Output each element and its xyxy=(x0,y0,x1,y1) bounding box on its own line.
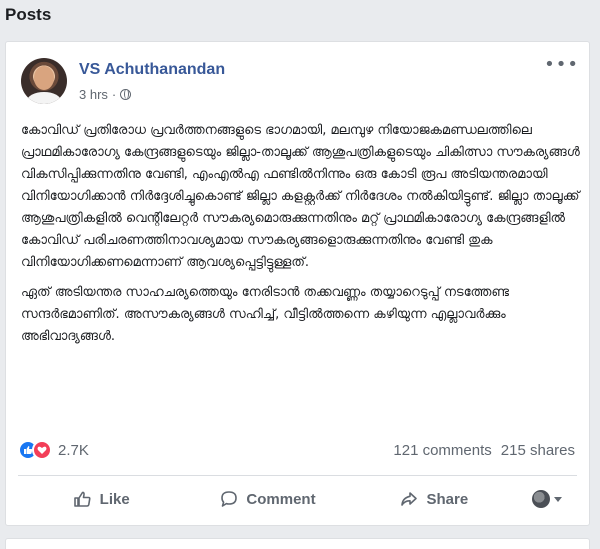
comment-label: Comment xyxy=(246,490,316,508)
engagement-counts: 121 comments 215 shares xyxy=(393,442,575,459)
posts-page: Posts VS Achuthanandan 3 hrs · ••• കോവിഡ… xyxy=(0,0,600,549)
reactions-summary[interactable]: 2.7K xyxy=(18,440,89,460)
post-card: VS Achuthanandan 3 hrs · ••• കോവിഡ് പ്രത… xyxy=(5,41,590,526)
author-avatar[interactable] xyxy=(21,58,67,104)
love-reaction-icon xyxy=(32,440,52,460)
globe-icon xyxy=(120,89,132,100)
comments-count[interactable]: 121 comments xyxy=(393,442,491,459)
post-paragraph-2: ഏത് അടിയന്തര സാഹചര്യത്തെയും നേരിടാൻ തക്ക… xyxy=(21,285,510,344)
author-name[interactable]: VS Achuthanandan xyxy=(79,61,225,79)
reaction-icons xyxy=(18,440,52,460)
post-paragraph-1: കോവിഡ് പ്രതിരോധ പ്രവർത്തനങ്ങളുടെ ഭാഗമായി… xyxy=(21,123,580,270)
avatar-shirt xyxy=(27,92,61,104)
audience-icon-group xyxy=(531,490,562,508)
like-icon xyxy=(73,491,91,507)
reaction-count: 2.7K xyxy=(58,441,89,459)
like-button[interactable]: Like xyxy=(18,480,184,518)
comment-button[interactable]: Comment xyxy=(184,480,350,518)
actions-divider xyxy=(18,475,577,476)
post-actions: Like Comment Share xyxy=(18,480,577,518)
post-time[interactable]: 3 hrs xyxy=(79,87,108,102)
next-post-card xyxy=(5,538,590,549)
heart-icon xyxy=(37,446,47,454)
section-title: Posts xyxy=(5,5,52,24)
post-meta: 3 hrs · xyxy=(79,87,132,102)
shares-count[interactable]: 215 shares xyxy=(501,442,575,459)
comment-icon xyxy=(221,491,238,507)
like-label: Like xyxy=(99,490,130,508)
audience-selector[interactable] xyxy=(517,480,577,518)
share-label: Share xyxy=(426,490,469,508)
post-body: കോവിഡ് പ്രതിരോധ പ്രവർത്തനങ്ങളുടെ ഭാഗമായി… xyxy=(21,120,581,356)
more-options-icon[interactable]: ••• xyxy=(544,56,579,74)
profile-avatar-icon xyxy=(531,490,550,508)
caret-down-icon xyxy=(553,496,562,502)
share-icon xyxy=(401,492,418,506)
meta-separator: · xyxy=(111,87,117,102)
share-button[interactable]: Share xyxy=(351,480,517,518)
avatar-face xyxy=(34,66,54,90)
